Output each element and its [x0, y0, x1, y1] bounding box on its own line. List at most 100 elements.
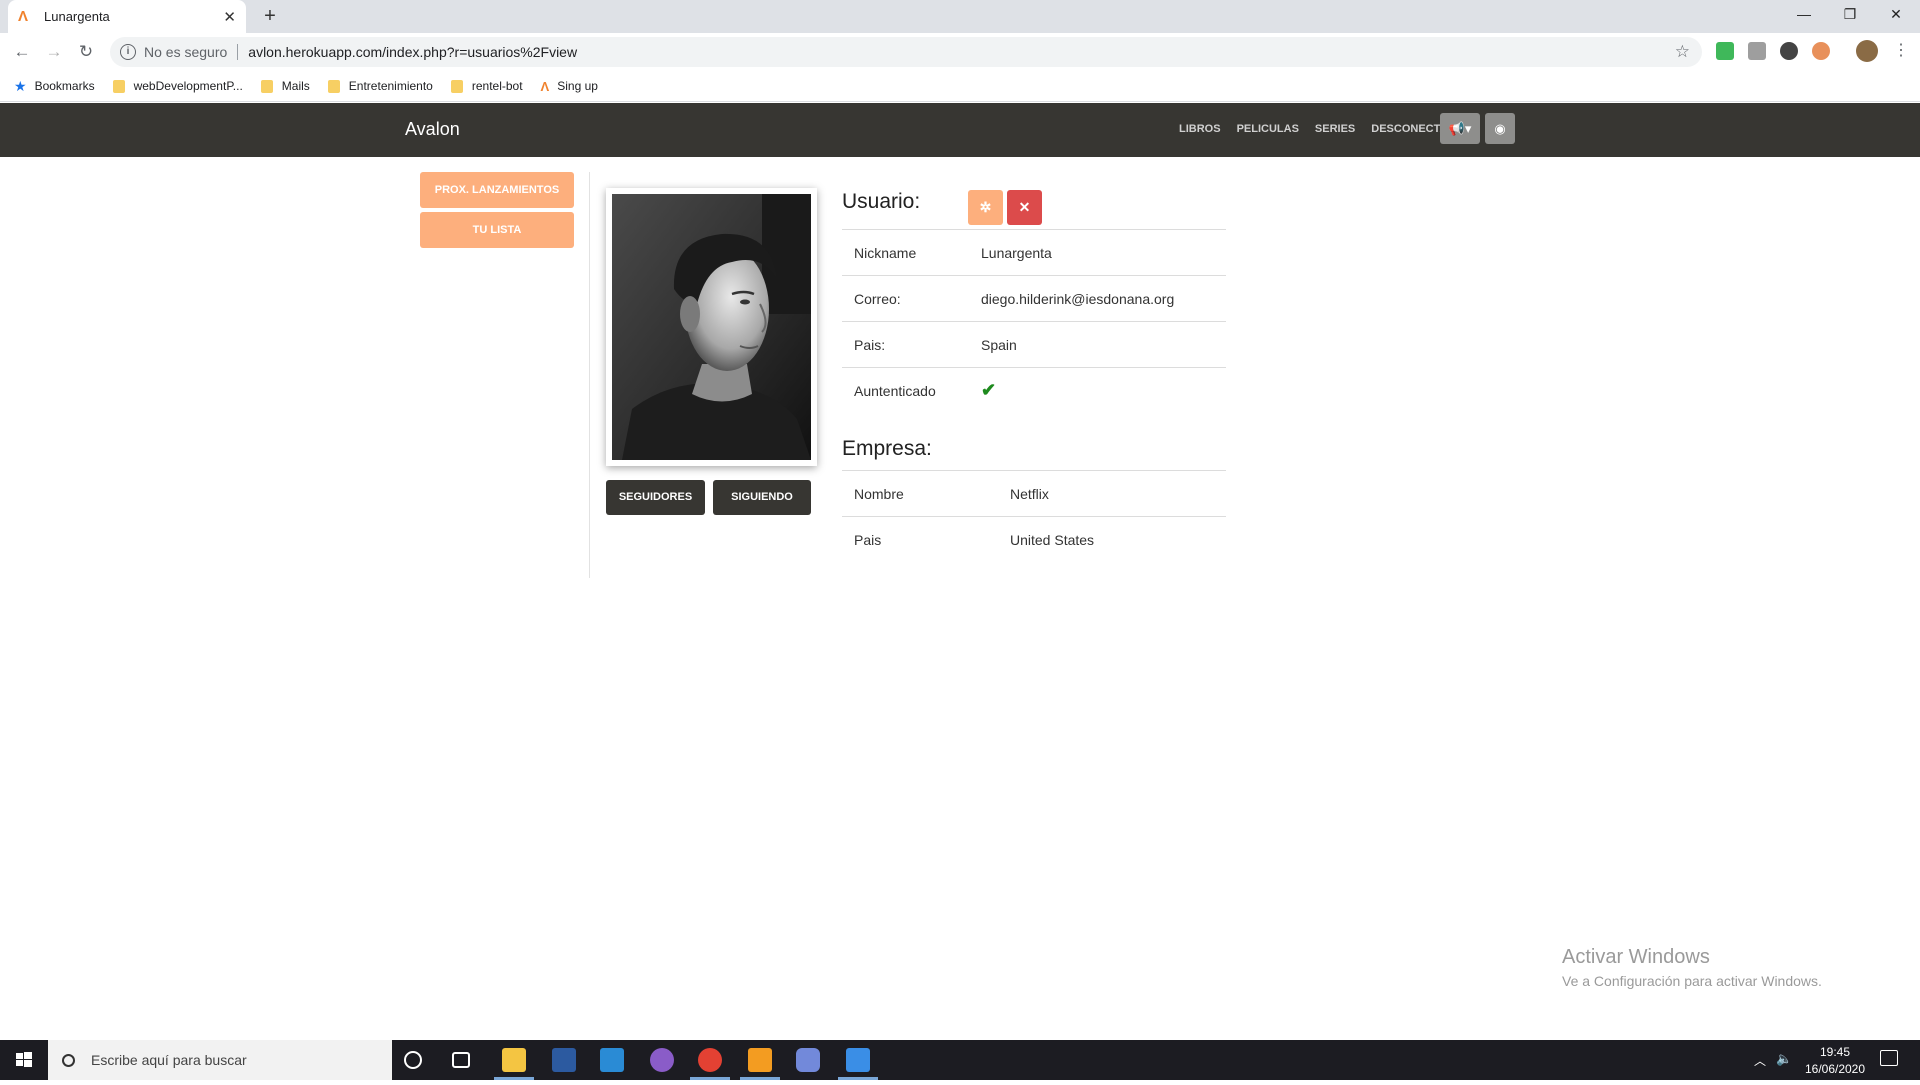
nickname-key: Nickname: [854, 244, 917, 261]
chrome-icon[interactable]: [698, 1048, 722, 1072]
megaphone-icon: 📢▾: [1448, 121, 1472, 136]
volume-icon[interactable]: 🔈: [1776, 1051, 1792, 1067]
check-icon: ✔: [981, 380, 997, 400]
eye-button[interactable]: ◉: [1485, 113, 1515, 144]
user-info-table: Nickname Lunargenta Correo: diego.hilder…: [842, 229, 1226, 413]
company-info-table: Nombre Netflix Pais United States: [842, 470, 1226, 562]
new-tab-button[interactable]: +: [258, 6, 282, 28]
tab-title: Lunargenta: [44, 9, 110, 24]
nav-links: LIBROS PELICULAS SERIES DESCONECTAR: [1179, 123, 1471, 135]
bookmark-label: Bookmarks: [34, 79, 95, 93]
bookmark-label: Sing up: [557, 79, 598, 93]
tray-clock[interactable]: 19:45 16/06/2020: [1800, 1045, 1870, 1076]
bookmark-item[interactable]: Entretenimiento: [327, 79, 433, 93]
action-center-icon[interactable]: [1880, 1050, 1898, 1066]
powershell-icon[interactable]: [552, 1048, 576, 1072]
bookmarks-star-icon: ★: [14, 77, 27, 94]
table-row: Correo: diego.hilderink@iesdonana.org: [842, 275, 1226, 321]
extension-orange-icon[interactable]: [1812, 42, 1830, 60]
settings-button[interactable]: ✲: [968, 190, 1003, 225]
notifications-dropdown-button[interactable]: 📢▾: [1440, 113, 1480, 144]
restore-icon[interactable]: ❐: [1827, 0, 1873, 30]
nav-link-libros[interactable]: LIBROS: [1179, 123, 1221, 135]
usuario-heading: Usuario:: [842, 190, 921, 213]
table-row: Nombre Netflix: [842, 470, 1226, 516]
avalon-favicon-icon: Λ: [18, 8, 29, 25]
vscode-icon[interactable]: [600, 1048, 624, 1072]
profile-avatar[interactable]: [1856, 40, 1878, 62]
browser-menu-icon[interactable]: ⋮: [1893, 40, 1909, 60]
tab-close-icon[interactable]: ✕: [223, 8, 236, 26]
pais-key: Pais:: [854, 336, 886, 353]
empresa-heading: Empresa:: [842, 437, 932, 460]
company-pais-value: United States: [1010, 531, 1095, 548]
app-navbar: Avalon LIBROS PELICULAS SERIES DESCONECT…: [0, 103, 1920, 157]
windows-logo-icon: [16, 1052, 32, 1067]
reload-icon[interactable]: ↻: [74, 42, 98, 62]
back-icon[interactable]: ←: [10, 42, 34, 62]
bookmark-star-icon[interactable]: ☆: [1675, 42, 1690, 62]
clock-time: 19:45: [1819, 1045, 1851, 1059]
shield-extension-icon[interactable]: [1716, 42, 1734, 60]
autenticado-key: Auntenticado: [854, 382, 936, 399]
bookmark-label: rentel-bot: [471, 79, 523, 93]
gear-icon: ✲: [979, 199, 992, 215]
download-extension-icon[interactable]: [1780, 42, 1798, 60]
cortana-icon[interactable]: [404, 1051, 422, 1069]
siguiendo-button[interactable]: SIGUIENDO: [713, 480, 811, 515]
bookmark-item[interactable]: rentel-bot: [450, 79, 523, 93]
prox-lanzamientos-button[interactable]: PROX. LANZAMIENTOS: [420, 172, 574, 208]
bookmark-label: Mails: [281, 79, 310, 93]
table-row: Auntenticado ✔: [842, 367, 1226, 413]
bookmark-item[interactable]: Λ Sing up: [541, 79, 598, 94]
sublime-text-icon[interactable]: [748, 1048, 772, 1072]
file-explorer-icon[interactable]: [502, 1048, 526, 1072]
delete-button[interactable]: ✕: [1007, 190, 1042, 225]
folder-icon: [327, 79, 340, 93]
nickname-value: Lunargenta: [981, 244, 1052, 261]
tray-chevron-icon[interactable]: ︿: [1754, 1052, 1766, 1069]
photos-icon[interactable]: [846, 1048, 870, 1072]
taskbar-search[interactable]: Escribe aquí para buscar: [48, 1040, 392, 1080]
omnibox-separator: [237, 44, 239, 60]
extension-icon[interactable]: [1748, 42, 1766, 60]
nav-link-series[interactable]: SERIES: [1315, 123, 1355, 135]
forward-icon[interactable]: →: [42, 42, 66, 62]
close-icon: ✕: [1018, 199, 1031, 215]
security-label[interactable]: No es seguro: [144, 44, 227, 60]
seguidores-button[interactable]: SEGUIDORES: [606, 480, 705, 515]
eye-icon: ◉: [1494, 121, 1506, 136]
pais-value: Spain: [981, 336, 1017, 353]
task-view-icon[interactable]: [452, 1052, 470, 1068]
bookmark-item[interactable]: ★ Bookmarks: [14, 78, 95, 95]
minimize-icon[interactable]: —: [1781, 0, 1827, 30]
browser-toolbar: ← → ↻ i No es seguro avlon.herokuapp.com…: [0, 33, 1920, 71]
watermark-subtitle: Ve a Configuración para activar Windows.: [1562, 973, 1822, 989]
correo-value: diego.hilderink@iesdonana.org: [981, 290, 1175, 307]
nav-link-peliculas[interactable]: PELICULAS: [1237, 123, 1299, 135]
bookmark-item[interactable]: webDevelopmentP...: [112, 79, 243, 93]
table-row: Pais: Spain: [842, 321, 1226, 367]
bookmark-label: Entretenimiento: [348, 79, 433, 93]
nombre-key: Nombre: [854, 485, 904, 502]
bookmark-label: webDevelopmentP...: [133, 79, 243, 93]
windows-taskbar: Escribe aquí para buscar ︿ 🔈 19:45 16/06…: [0, 1040, 1920, 1080]
bookmark-item[interactable]: Mails: [260, 79, 310, 93]
close-window-icon[interactable]: ✕: [1873, 0, 1919, 30]
app-purple-icon[interactable]: [650, 1048, 674, 1072]
company-pais-key: Pais: [854, 531, 882, 548]
url-text[interactable]: avlon.herokuapp.com/index.php?r=usuarios…: [248, 44, 577, 60]
info-icon[interactable]: i: [120, 44, 136, 60]
folder-icon: [112, 79, 125, 93]
start-button[interactable]: [0, 1040, 48, 1080]
discord-icon[interactable]: [796, 1048, 820, 1072]
brand-logo[interactable]: Avalon: [405, 119, 460, 140]
tu-lista-button[interactable]: TU LISTA: [420, 212, 574, 248]
profile-portrait-image: [612, 194, 811, 460]
nombre-value: Netflix: [1010, 485, 1049, 502]
bookmarks-bar: ★ Bookmarks webDevelopmentP... Mails Ent…: [0, 71, 1920, 102]
browser-tab[interactable]: Λ Lunargenta ✕: [8, 0, 246, 33]
avalon-favicon-icon: Λ: [540, 78, 550, 94]
table-row: Pais United States: [842, 516, 1226, 562]
address-bar[interactable]: i No es seguro avlon.herokuapp.com/index…: [110, 37, 1702, 67]
